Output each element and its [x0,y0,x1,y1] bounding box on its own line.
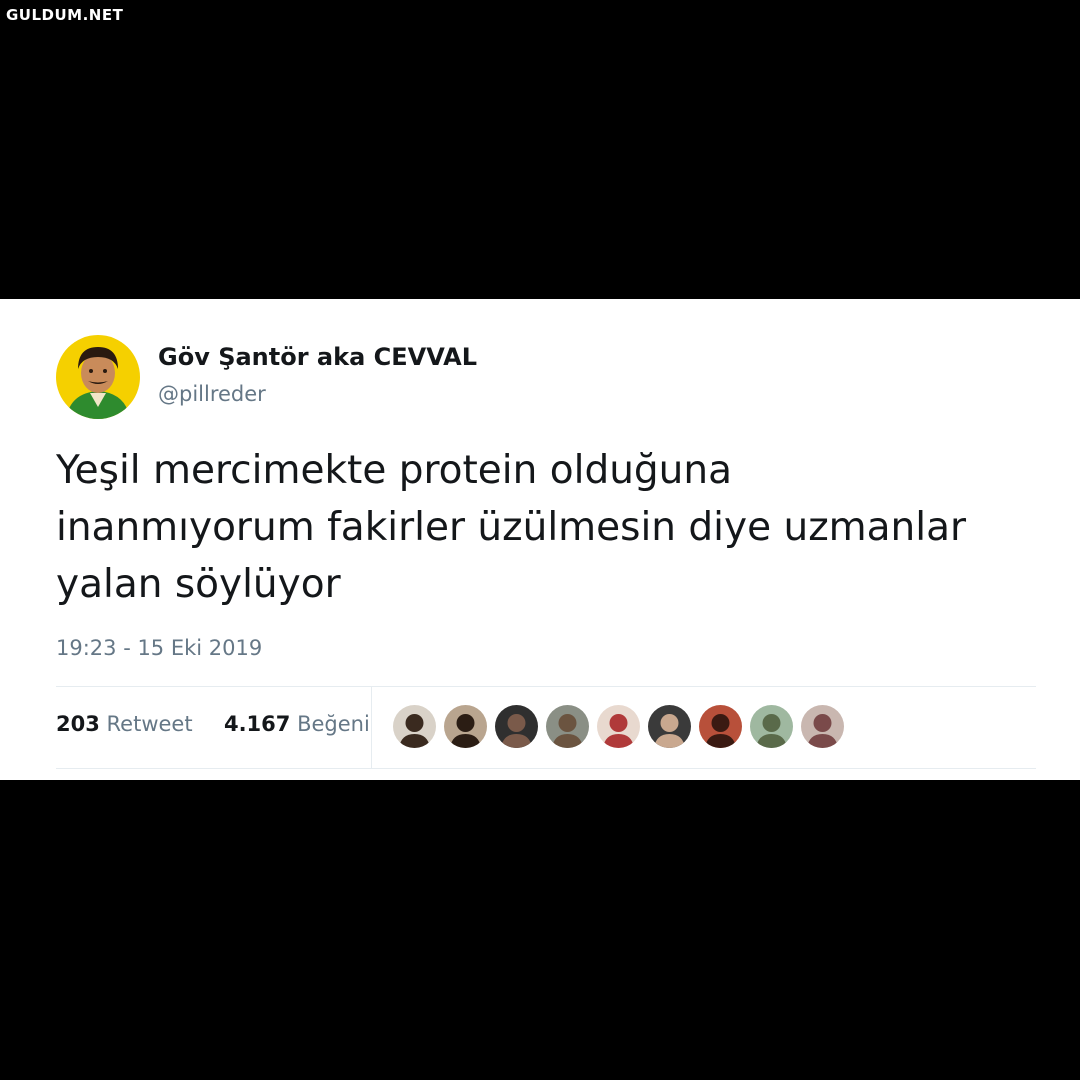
avatar-icon [495,705,538,748]
engagement-stats: 203 Retweet 4.167 Beğeni [56,712,370,736]
divider [56,768,1036,769]
liker-avatar[interactable] [597,705,640,748]
liker-avatars [393,705,844,748]
avatar-icon [597,705,640,748]
like-count: 4.167 [223,712,291,736]
divider [371,687,372,768]
liker-avatar[interactable] [546,705,589,748]
liker-avatar[interactable] [444,705,487,748]
liker-avatar[interactable] [495,705,538,748]
avatar-icon [444,705,487,748]
retweet-label: Retweet [106,712,193,736]
tweet-text: Yeşil mercimekte protein olduğuna inanmı… [56,448,967,607]
tweet-card: Göv Şantör aka CEVVAL @pillreder Yeşil m… [0,299,1080,780]
tweet-timestamp[interactable]: 19:23 - 15 Eki 2019 [56,636,262,660]
liker-avatar[interactable] [750,705,793,748]
like-label: Beğeni [297,712,370,736]
site-watermark: GULDUM.NET [6,6,124,24]
retweet-count: 203 [56,712,100,736]
profile-avatar[interactable] [56,335,140,419]
avatar-icon [393,705,436,748]
avatar-icon [648,705,691,748]
liker-avatar[interactable] [648,705,691,748]
avatar-icon [801,705,844,748]
avatar-icon [750,705,793,748]
display-name[interactable]: Göv Şantör aka CEVVAL [158,343,477,371]
liker-avatar[interactable] [801,705,844,748]
liker-avatar[interactable] [699,705,742,748]
divider [56,686,1036,687]
avatar-icon [546,705,589,748]
avatar-icon [699,705,742,748]
retweet-stat[interactable]: 203 Retweet [56,712,199,736]
user-handle[interactable]: @pillreder [158,382,266,406]
avatar-icon [56,335,140,419]
liker-avatar[interactable] [393,705,436,748]
like-stat[interactable]: 4.167 Beğeni [217,712,370,736]
